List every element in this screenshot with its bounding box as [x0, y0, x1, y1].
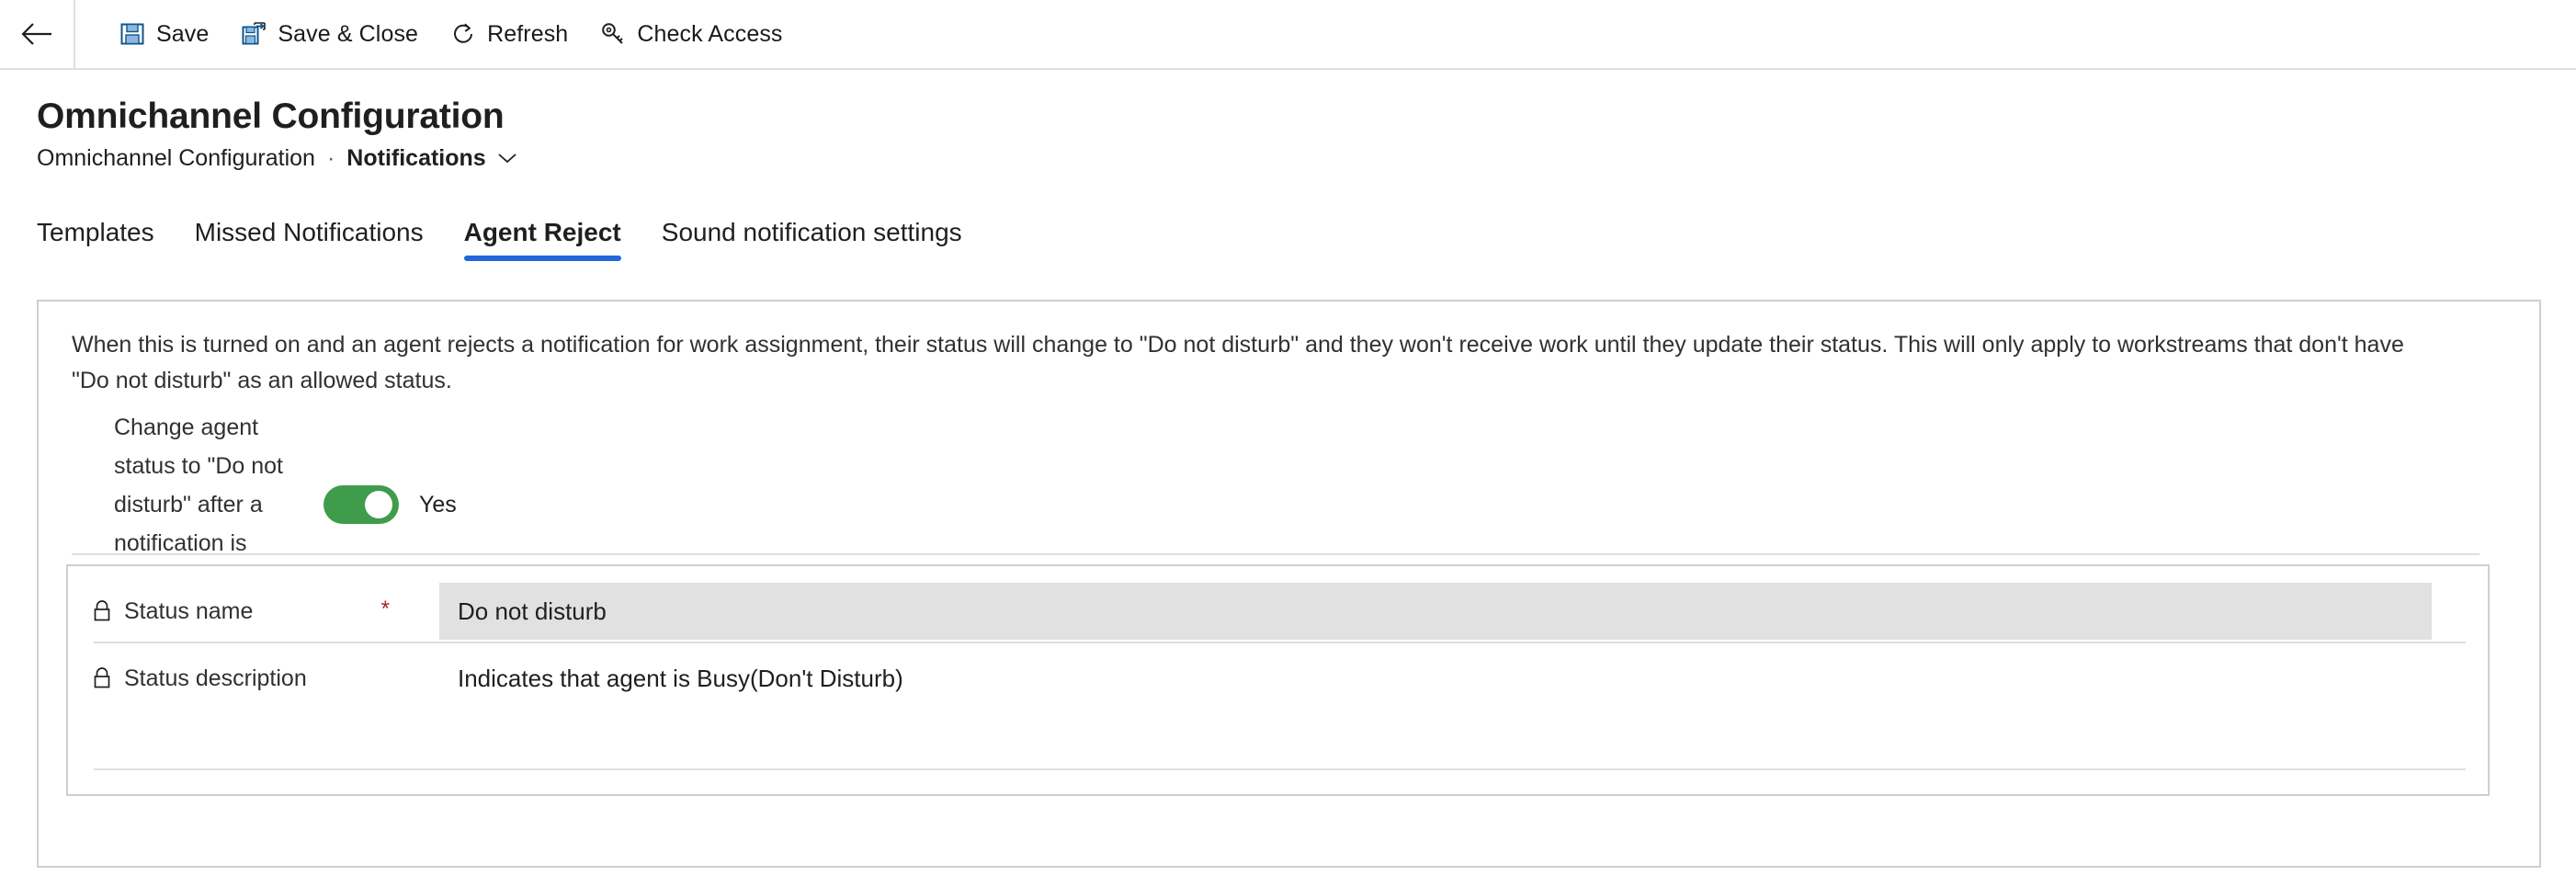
toggle-knob — [365, 491, 392, 518]
page-title: Omnichannel Configuration — [37, 97, 505, 136]
arrow-left-icon — [20, 20, 53, 48]
status-description-row: Status description Indicates that agent … — [68, 643, 2488, 713]
check-access-button-label: Check Access — [637, 21, 783, 47]
back-button[interactable] — [0, 0, 75, 68]
key-icon — [599, 20, 627, 48]
refresh-button-label: Refresh — [487, 21, 569, 47]
breadcrumb-separator: · — [326, 145, 335, 171]
status-name-label-group: Status name * — [90, 597, 439, 625]
panel-description: When this is turned on and an agent reje… — [72, 332, 2404, 393]
breadcrumb-current[interactable]: Notifications — [346, 143, 485, 173]
change-agent-status-toggle[interactable] — [323, 485, 399, 524]
status-description-label: Status description — [124, 665, 307, 691]
tab-sound-notification-settings[interactable]: Sound notification settings — [641, 204, 982, 261]
card-bottom-rule — [94, 768, 2466, 770]
status-details-card: Status name * Do not disturb Status desc… — [66, 564, 2490, 796]
tab-missed-notifications-label: Missed Notifications — [194, 218, 424, 246]
breadcrumb: Omnichannel Configuration · Notification… — [37, 143, 518, 173]
tab-sound-notification-settings-label: Sound notification settings — [661, 218, 962, 246]
save-and-close-button[interactable]: Save & Close — [224, 8, 434, 60]
tab-templates[interactable]: Templates — [37, 204, 175, 261]
tab-templates-label: Templates — [37, 218, 154, 246]
agent-reject-panel: When this is turned on and an agent reje… — [37, 300, 2541, 868]
status-name-row: Status name * Do not disturb — [68, 579, 2488, 643]
tab-missed-notifications[interactable]: Missed Notifications — [175, 204, 444, 261]
status-name-required-marker: * — [380, 597, 390, 621]
status-description-value[interactable]: Indicates that agent is Busy(Don't Distu… — [439, 665, 2488, 692]
breadcrumb-entity[interactable]: Omnichannel Configuration — [37, 143, 315, 173]
change-agent-status-toggle-value: Yes — [419, 492, 457, 517]
save-button-label: Save — [156, 21, 210, 47]
status-description-label-group: Status description — [90, 665, 439, 692]
tab-strip: Templates Missed Notifications Agent Rej… — [37, 204, 982, 261]
chevron-down-icon[interactable] — [496, 151, 518, 165]
change-agent-status-toggle-group: Yes — [323, 485, 457, 524]
command-bar-items: Save Save & Close Refresh Check Access — [75, 0, 799, 68]
check-access-button[interactable]: Check Access — [584, 8, 798, 60]
lock-icon — [90, 599, 114, 623]
refresh-icon — [449, 20, 477, 48]
status-name-input[interactable]: Do not disturb — [439, 583, 2432, 640]
save-and-close-button-label: Save & Close — [278, 21, 419, 47]
tab-agent-reject[interactable]: Agent Reject — [444, 204, 641, 261]
command-bar: Save Save & Close Refresh Check Access — [0, 0, 2576, 70]
refresh-button[interactable]: Refresh — [434, 8, 584, 60]
save-and-close-icon — [240, 20, 267, 48]
section-divider — [72, 553, 2480, 555]
save-button[interactable]: Save — [103, 8, 224, 60]
tab-agent-reject-label: Agent Reject — [463, 218, 621, 246]
status-name-label: Status name — [124, 598, 254, 624]
save-icon — [119, 20, 146, 48]
lock-icon — [90, 666, 114, 690]
